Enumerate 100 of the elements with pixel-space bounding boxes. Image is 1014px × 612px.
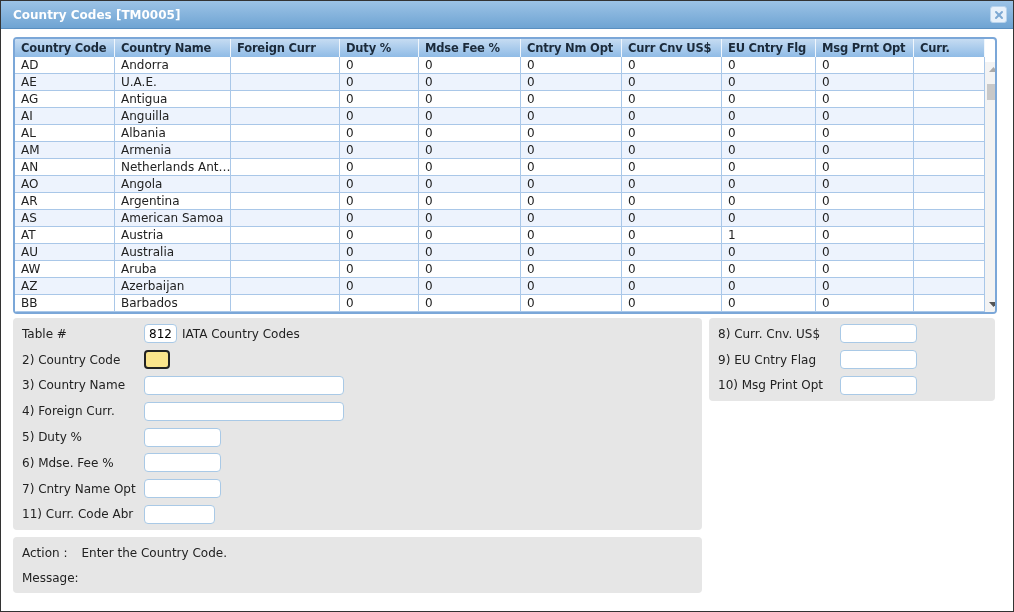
table-cell: AZ (15, 278, 115, 294)
table-cell: 0 (816, 227, 914, 243)
table-cell: 0 (419, 142, 521, 158)
table-cell: American Samoa (115, 210, 231, 226)
table-cell: Angola (115, 176, 231, 192)
close-button[interactable] (990, 6, 1007, 23)
table-cell: 0 (722, 193, 816, 209)
field-label: 8) Curr. Cnv. US$ (718, 326, 822, 341)
table-cell: 0 (419, 57, 521, 73)
table-cell: 0 (722, 125, 816, 141)
table-cell: 0 (816, 244, 914, 260)
table-cell: 0 (419, 261, 521, 277)
table-cell: 1 (722, 227, 816, 243)
table-cell: 0 (340, 91, 419, 107)
table-cell: 0 (816, 125, 914, 141)
table-cell: 0 (419, 91, 521, 107)
table-cell: AD (15, 57, 115, 73)
table-cell: 0 (622, 261, 722, 277)
table-cell: Azerbaijan (115, 278, 231, 294)
window-title: Country Codes [TM0005] (13, 7, 181, 22)
table-cell: 0 (521, 227, 622, 243)
table-cell: AM (15, 142, 115, 158)
table-cell: 0 (521, 91, 622, 107)
action-label: Action : (22, 545, 68, 560)
table-cell: 0 (816, 278, 914, 294)
table-cell: AS (15, 210, 115, 226)
table-cell: 0 (622, 210, 722, 226)
table-cell: 0 (722, 295, 816, 311)
table-cell: 0 (419, 227, 521, 243)
table-cell: 0 (622, 244, 722, 260)
table-cell: 0 (521, 210, 622, 226)
input-field[interactable] (144, 350, 170, 370)
table-cell: 0 (521, 57, 622, 73)
action-text: Enter the Country Code. (81, 545, 227, 560)
scroll-up-icon[interactable] (988, 66, 995, 72)
table-cell: 0 (340, 261, 419, 277)
table-cell: 0 (816, 74, 914, 90)
table-cell: Antigua (115, 91, 231, 107)
table-cell: Albania (115, 125, 231, 141)
table-number-field[interactable]: 812 (144, 324, 177, 344)
table-cell: 0 (521, 278, 622, 294)
table-cell: Netherlands Ant… (115, 159, 231, 175)
table-cell: AN (15, 159, 115, 175)
table-cell: Australia (115, 244, 231, 260)
table-cell: 0 (622, 176, 722, 192)
table-cell: 0 (622, 142, 722, 158)
table-cell: 0 (521, 176, 622, 192)
table-cell: 0 (816, 295, 914, 311)
table-cell: Aruba (115, 261, 231, 277)
table-cell: 0 (340, 244, 419, 260)
table-description: IATA Country Codes (182, 326, 300, 341)
table-cell: 0 (722, 244, 816, 260)
table-cell: 0 (419, 74, 521, 90)
table-cell: 0 (722, 176, 816, 192)
table-cell: 0 (340, 74, 419, 90)
table-cell: 0 (622, 125, 722, 141)
table-cell: 0 (622, 193, 722, 209)
table-cell: 0 (521, 159, 622, 175)
table-cell: Armenia (115, 142, 231, 158)
table-cell: 0 (340, 125, 419, 141)
table-cell: 0 (816, 57, 914, 73)
table-cell: 0 (340, 57, 419, 73)
field-label: 3) Country Name (22, 378, 127, 393)
table-cell: AU (15, 244, 115, 260)
table-cell: 0 (419, 295, 521, 311)
close-icon (992, 8, 1005, 21)
table-cell: AO (15, 176, 115, 192)
table-cell: Anguilla (115, 108, 231, 124)
table-cell: 0 (340, 278, 419, 294)
table-cell: 0 (622, 159, 722, 175)
table-cell: 0 (816, 142, 914, 158)
field-label: 2) Country Code (22, 352, 122, 367)
table-cell: 0 (521, 125, 622, 141)
table-cell: 0 (816, 261, 914, 277)
table-cell: 0 (419, 193, 521, 209)
table-cell: 0 (622, 227, 722, 243)
table-cell: 0 (521, 74, 622, 90)
field-label: 9) EU Cntry Flag (718, 352, 818, 367)
table-cell: 0 (722, 278, 816, 294)
table-cell: 0 (419, 244, 521, 260)
table-cell: AG (15, 91, 115, 107)
table-cell: 0 (722, 91, 816, 107)
message-label: Message: (22, 570, 79, 585)
table-cell: AI (15, 108, 115, 124)
table-cell: 0 (622, 278, 722, 294)
table-cell: 0 (816, 108, 914, 124)
scroll-down-icon[interactable] (988, 302, 995, 308)
table-cell: 0 (521, 295, 622, 311)
table-cell: 0 (816, 91, 914, 107)
table-cell: 0 (622, 57, 722, 73)
table-cell: 0 (722, 159, 816, 175)
table-cell: U.A.E. (115, 74, 231, 90)
table-cell: 0 (816, 176, 914, 192)
field-label: 10) Msg Print Opt (718, 378, 824, 393)
table-cell: 0 (419, 210, 521, 226)
table-cell: 0 (340, 142, 419, 158)
table-cell: 0 (722, 210, 816, 226)
table-cell: AR (15, 193, 115, 209)
table-cell: 0 (722, 261, 816, 277)
table-cell: 0 (521, 261, 622, 277)
